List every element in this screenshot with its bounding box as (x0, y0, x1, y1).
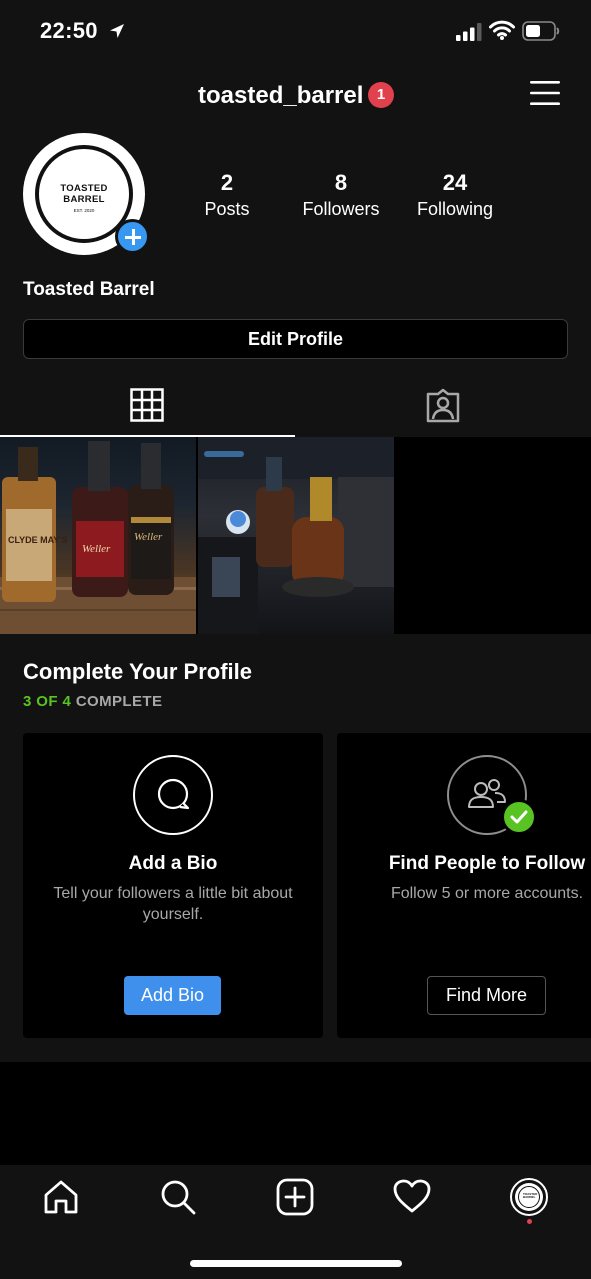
empty-feed-area (0, 1062, 591, 1165)
bio-icon-circle (133, 755, 213, 835)
status-time: 22:50 (40, 18, 98, 43)
status-bar: 22:50 (0, 0, 591, 64)
completed-check-icon (501, 799, 537, 835)
home-icon[interactable] (41, 1177, 81, 1217)
profile-notification-dot (527, 1219, 532, 1224)
display-name: Toasted Barrel (23, 279, 155, 300)
progress-label: COMPLETE (75, 693, 163, 710)
profile-tab-avatar[interactable]: TOASTED BARREL (510, 1178, 548, 1216)
bottle-label: Weller (82, 543, 111, 555)
grid-icon[interactable] (130, 388, 164, 422)
username-title[interactable]: toasted_barrel (198, 82, 363, 110)
add-bio-card: Add a Bio Tell your followers a little b… (23, 733, 323, 1038)
stat-followers-label: Followers (302, 199, 380, 219)
add-bio-title: Add a Bio (128, 853, 218, 874)
stat-following-label: Following (416, 199, 494, 219)
avatar-logo-subtext: EST. 2020 (73, 208, 95, 213)
progress-count: 3 OF 4 (23, 693, 72, 710)
stat-following[interactable]: 24 Following (400, 170, 510, 222)
hamburger-menu-icon[interactable] (530, 80, 560, 106)
cellular-signal-icon (456, 23, 482, 41)
stat-following-count: 24 (442, 170, 468, 195)
find-people-description: Follow 5 or more accounts. (390, 885, 584, 902)
search-icon[interactable] (158, 1177, 198, 1217)
post-thumbnail[interactable] (198, 437, 394, 634)
stat-followers-count: 8 (334, 170, 348, 195)
bottle-label: CLYDE MAY'S (8, 535, 68, 545)
stat-posts-label: Posts (204, 199, 250, 219)
speech-bubble-icon (157, 778, 190, 810)
avatar-logo-text: TOASTED BARREL (60, 183, 108, 205)
post-thumbnail[interactable]: CLYDE MAY'S Weller Weller (0, 437, 196, 634)
stat-posts-count: 2 (220, 170, 234, 195)
find-people-card: Find People to Follow Follow 5 or more a… (337, 733, 591, 1038)
complete-profile-progress: 3 OF 4 COMPLETE (23, 693, 162, 710)
nav-avatar-text: TOASTED BARREL (523, 1192, 538, 1199)
wifi-icon (489, 20, 515, 40)
post-image-car-console (198, 437, 394, 634)
posts-grid: CLYDE MAY'S Weller Weller (0, 437, 591, 634)
profile-header: toasted_barrel (0, 64, 591, 128)
nav-avatar-logo: TOASTED BARREL (515, 1183, 543, 1211)
add-bio-button[interactable]: Add Bio (124, 976, 221, 1015)
stat-followers[interactable]: 8 Followers (286, 170, 396, 222)
location-arrow-icon (110, 24, 124, 38)
find-more-button[interactable]: Find More (427, 976, 546, 1015)
add-bio-description: Tell your followers a little bit about y… (53, 885, 293, 923)
profile-screen: 22:50 toasted_barrel 1 TOASTED BARREL ES… (0, 0, 591, 1279)
bottle-label: Weller (134, 531, 163, 543)
stat-posts[interactable]: 2 Posts (172, 170, 282, 222)
tagged-person-icon[interactable] (425, 388, 461, 424)
complete-profile-title: Complete Your Profile (23, 659, 253, 684)
activity-heart-icon[interactable] (392, 1177, 432, 1217)
find-people-title: Find People to Follow (388, 853, 586, 874)
home-indicator[interactable] (190, 1260, 402, 1267)
notification-badge[interactable]: 1 (368, 82, 394, 108)
profile-tabs (0, 375, 591, 437)
edit-profile-button[interactable]: Edit Profile (23, 319, 568, 359)
battery-icon (522, 21, 560, 41)
new-post-icon[interactable] (275, 1177, 315, 1217)
add-story-button[interactable] (115, 219, 150, 254)
